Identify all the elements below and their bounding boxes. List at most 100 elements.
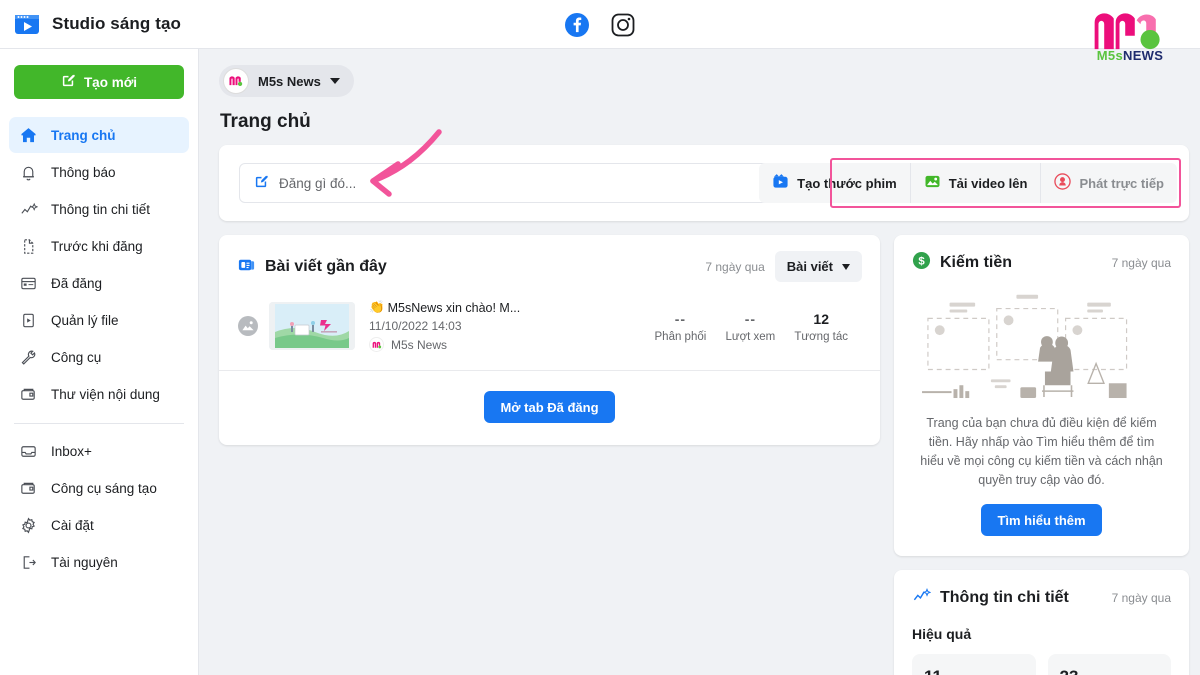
composer-placeholder: Đăng gì đó... [279,175,357,191]
go-live-button[interactable]: Phát trực tiếp [1041,163,1177,203]
social-switcher [0,0,1200,49]
creator-studio-page: Studio sáng tạo M5sNEWS Tạo mới Trang ch… [0,0,1200,675]
left-column: Bài viết gần đây 7 ngày qua Bài viết 👏 M… [219,235,880,675]
action-label: Tạo thước phim [797,175,897,191]
sidebar-item-da-dang[interactable]: Đã đăng [9,265,189,301]
insights-period-group: 7 ngày qua [1112,591,1171,605]
post-type-filter-label: Bài viết [786,259,833,274]
monetization-period-group: 7 ngày qua [1112,256,1171,270]
stat-engagement: 12 Tương tác [794,310,848,343]
composer-card: Đăng gì đó... Tạo thước phim Tải video l… [219,145,1189,221]
reels-icon [772,173,789,193]
metric-value: 11 [924,667,1024,675]
insights-title: Thông tin chi tiết [940,589,1069,606]
sidebar-item-thong-bao[interactable]: Thông báo [9,154,189,190]
insights-period: 7 ngày qua [1111,591,1171,605]
sidebar-item-label: Trang chủ [51,127,116,143]
post-stats: -- Phân phối -- Lượt xem 12 Tương tác [654,310,862,343]
content-columns: Bài viết gần đây 7 ngày qua Bài viết 👏 M… [219,235,1200,675]
page-selector-chip[interactable]: M5s News [219,65,354,97]
bell-icon [18,162,38,182]
insights-card: Thông tin chi tiết 7 ngày qua Hiệu quả 1… [894,570,1189,675]
stat-label: Phân phối [654,330,707,343]
composer-actions: Tạo thước phim Tải video lên Phát trực t… [759,163,1177,203]
sidebar-item-cong-cu-sang-tao[interactable]: Công cụ sáng tạo [9,470,189,506]
recent-posts-controls: 7 ngày qua Bài viết [705,251,862,282]
monetization-period: 7 ngày qua [1111,256,1171,270]
sidebar-item-truoc-khi-dang[interactable]: Trước khi đăng [9,228,189,264]
svg-text:$: $ [918,256,925,268]
post-meta: 👏 M5sNews xin chào! M... 11/10/2022 14:03 [369,300,654,352]
recent-posts-card: Bài viết gần đây 7 ngày qua Bài viết 👏 M… [219,235,880,445]
action-label: Tải video lên [948,175,1028,191]
post-page: M5s News [369,337,654,352]
sidebar: Tạo mới Trang chủ Thông báo Thông tin ch [0,49,199,675]
insights-header: Thông tin chi tiết 7 ngày qua [894,570,1189,610]
compose-pencil-icon [254,174,269,192]
post-row[interactable]: 👏 M5sNews xin chào! M... 11/10/2022 14:03 [219,282,880,371]
create-reel-button[interactable]: Tạo thước phim [759,163,911,203]
post-text: M5sNews xin chào! M... [387,300,521,315]
logo-primary: M5s [1096,48,1123,63]
sidebar-item-quan-ly-file[interactable]: Quản lý file [9,302,189,338]
sidebar-item-cai-dat[interactable]: Cài đặt [9,507,189,543]
page-avatar [369,337,384,352]
stat-views: -- Lượt xem [724,310,776,343]
create-new-button[interactable]: Tạo mới [14,65,184,99]
right-column: $ Kiếm tiền 7 ngày qua Trang của bạn chư… [894,235,1189,675]
sidebar-item-label: Thông tin chi tiết [51,201,151,217]
insights-title-group: Thông tin chi tiết [912,586,1069,610]
draft-page-icon [18,236,38,256]
learn-more-button[interactable]: Tìm hiểu thêm [981,504,1102,536]
insights-subtitle: Hiệu quả [912,626,972,642]
money-dollar-icon: $ [912,251,931,275]
monetization-description: Trang của bạn chưa đủ điều kiện để kiếm … [920,416,1163,487]
creative-tools-icon [18,478,38,498]
sidebar-item-cong-cu[interactable]: Công cụ [9,339,189,375]
instagram-icon[interactable] [610,12,636,38]
sidebar-item-label: Công cụ [51,349,102,365]
sidebar-item-label: Đã đăng [51,275,103,291]
sidebar-item-inbox[interactable]: Inbox+ [9,433,189,469]
resources-exit-icon [18,552,38,572]
insights-metrics: 11 Số người tiếp cận được 83.3% 23 Tương… [912,654,1171,675]
facebook-icon[interactable] [564,12,590,38]
sidebar-item-label: Trước khi đăng [51,238,143,254]
stat-value: -- [744,310,757,327]
sidebar-item-label: Thông báo [51,164,116,180]
action-label: Phát trực tiếp [1079,175,1164,191]
stat-distribution: -- Phân phối [654,310,707,343]
live-icon [1054,173,1072,193]
home-icon [18,125,38,145]
published-window-icon [18,273,38,293]
sidebar-item-label: Thư viện nội dung [51,386,160,402]
sidebar-item-label: Cài đặt [51,517,94,533]
stat-label: Tương tác [794,330,848,343]
sidebar-item-thu-vien-noi-dung[interactable]: Thư viện nội dung [9,376,189,412]
open-published-tab-button[interactable]: Mở tab Đã đăng [484,391,615,423]
sidebar-item-trang-chu[interactable]: Trang chủ [9,117,189,153]
recent-posts-title-group: Bài viết gần đây [237,255,387,279]
recent-posts-icon [237,255,256,279]
wrench-icon [18,347,38,367]
stat-value: -- [674,310,687,327]
logo-secondary: NEWS [1123,48,1164,63]
top-bar: Studio sáng tạo [0,0,1200,49]
post-page-name: M5s News [391,337,448,352]
post-type-filter[interactable]: Bài viết [774,251,862,282]
recent-posts-footer: Mở tab Đã đăng [219,371,880,445]
monetization-card: $ Kiếm tiền 7 ngày qua Trang của bạn chư… [894,235,1189,556]
monetization-body: Trang của bạn chưa đủ điều kiện để kiếm … [894,275,1189,556]
main-content: M5s News Trang chủ Đăng gì đó... Tạo thư… [199,49,1200,675]
sidebar-divider [14,423,184,424]
chevron-down-icon [842,263,850,270]
sidebar-item-tai-nguyen[interactable]: Tài nguyên [9,544,189,580]
gear-icon [18,515,38,535]
metric-reach: 11 Số người tiếp cận được 83.3% [912,654,1036,675]
upload-video-button[interactable]: Tải video lên [911,163,1042,203]
insights-chart-icon [912,586,932,610]
sidebar-item-label: Tài nguyên [51,554,118,570]
sidebar-item-thong-tin-chi-tiet[interactable]: Thông tin chi tiết [9,191,189,227]
recent-posts-period: 7 ngày qua [705,259,765,274]
page-chip-label: M5s News [258,73,321,89]
